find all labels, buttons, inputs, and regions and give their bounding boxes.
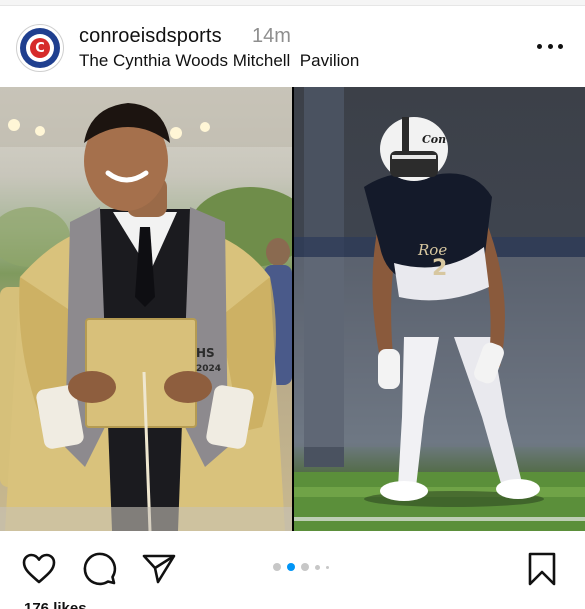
comment-button[interactable] (81, 551, 117, 587)
like-button[interactable] (21, 551, 57, 587)
post-media-carousel[interactable]: HS 2024 Roe 2 Con (0, 87, 585, 531)
post-location[interactable]: The Cynthia Woods Mitchell Pavilion (79, 51, 359, 71)
photo-football-player: Roe 2 Con (294, 87, 585, 531)
share-button[interactable] (141, 551, 177, 587)
jersey-number: 2 (432, 256, 447, 281)
cap-text: HS (196, 346, 215, 360)
save-button[interactable] (524, 551, 560, 587)
post-header: C conroeisdsports 14m The Cynthia Woods … (0, 6, 585, 86)
avatar[interactable]: C (16, 24, 64, 72)
cap-year: 2024 (196, 364, 221, 374)
username[interactable]: conroeisdsports (79, 25, 222, 48)
avatar-logo-ring: C (20, 28, 60, 68)
post-timestamp: 14m (252, 25, 291, 47)
avatar-logo-letter: C (30, 38, 50, 58)
paper-plane-icon (142, 554, 176, 584)
carousel-dot (315, 564, 320, 570)
graduation-illustration: HS 2024 (0, 87, 292, 531)
football-illustration: Roe 2 Con (294, 87, 585, 531)
helmet-text: Con (422, 133, 446, 146)
carousel-dot-active (287, 563, 295, 571)
likes-count[interactable]: 176 likes (24, 601, 87, 609)
post-actions-bar: 176 likes (0, 531, 585, 609)
carousel-dot (301, 563, 309, 571)
comment-bubble-icon (83, 552, 117, 586)
heart-icon (22, 553, 56, 584)
photo-graduation: HS 2024 (0, 87, 292, 531)
more-options-button[interactable] (537, 40, 563, 52)
carousel-dot (273, 563, 281, 571)
bookmark-icon (528, 552, 556, 586)
carousel-indicator (273, 562, 329, 572)
more-horizontal-icon (537, 43, 542, 49)
carousel-dot (326, 565, 329, 569)
